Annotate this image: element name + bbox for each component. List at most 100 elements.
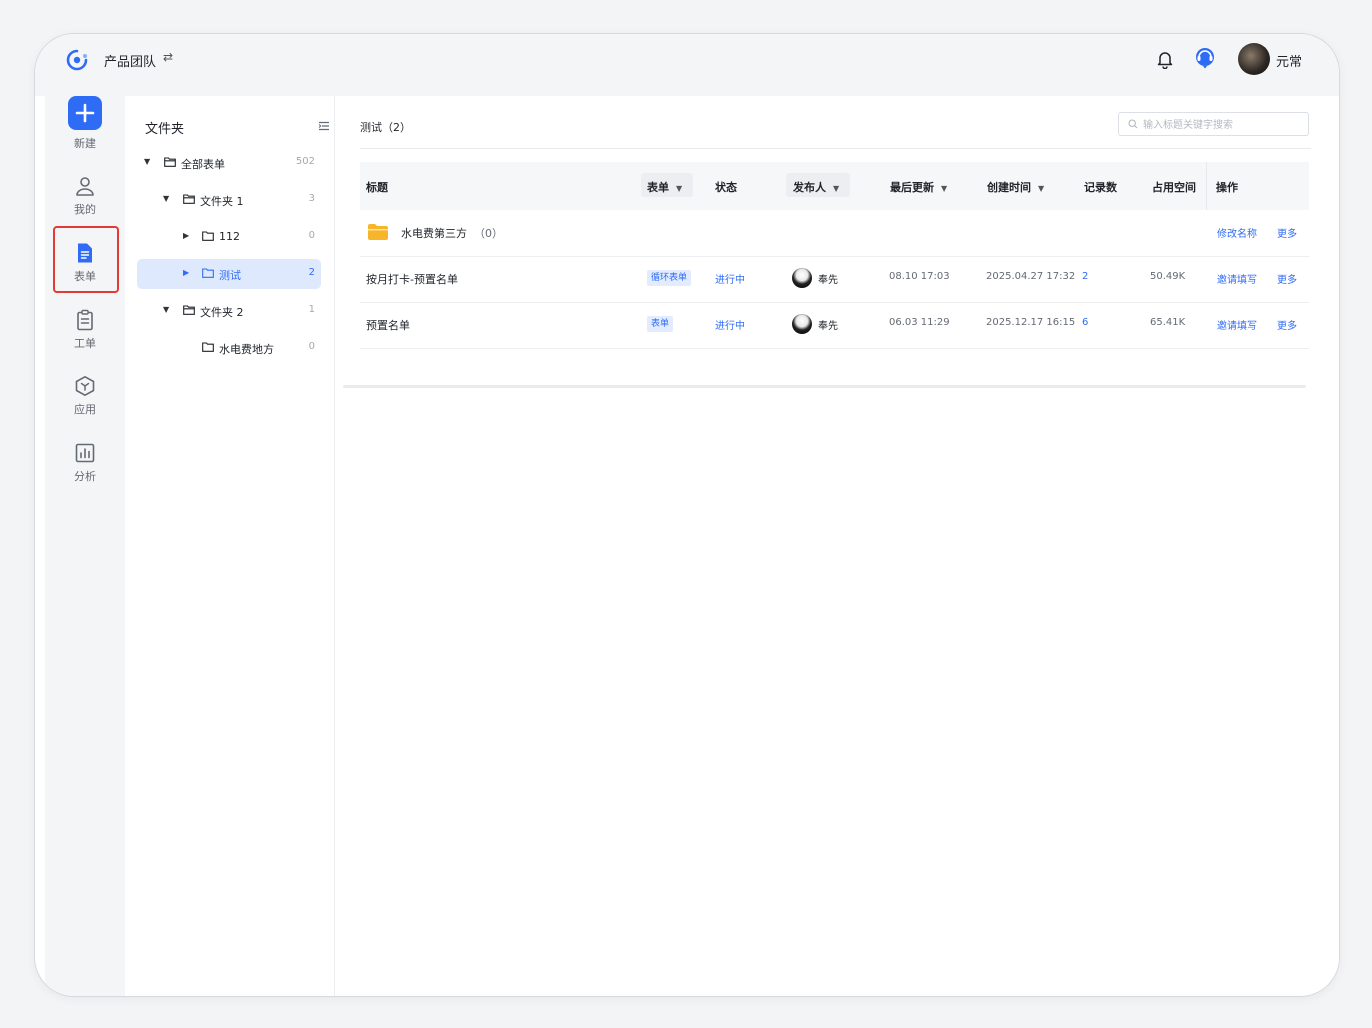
tree-item-water-bill[interactable]: 水电费地方 0 <box>137 333 321 363</box>
nav-new-label: 新建 <box>74 137 96 150</box>
more-link[interactable]: 更多 <box>1277 225 1297 240</box>
caret-right-icon[interactable]: ▶ <box>183 231 189 240</box>
user-avatar[interactable] <box>1238 43 1270 75</box>
col-last-update[interactable]: 最后更新 ▼ <box>890 179 947 195</box>
col-form[interactable]: 表单 ▼ <box>647 179 682 195</box>
col-title: 标题 <box>366 181 388 194</box>
top-bar: 产品团队 ⇄ 元常 <box>35 34 1339 96</box>
col-form-label: 表单 <box>647 181 669 194</box>
caret-right-icon[interactable]: ▶ <box>183 268 189 277</box>
user-icon <box>76 177 94 196</box>
main-content: 测试（2） 标题 表单 ▼ 状态 发布人 ▼ 最后更新 ▼ 创建时间 ▼ 记录数 占用空… <box>335 96 1339 996</box>
collapse-menu-icon[interactable] <box>318 120 330 132</box>
tree-item-112[interactable]: ▶ 112 0 <box>137 222 321 252</box>
user-name[interactable]: 元常 <box>1276 51 1302 70</box>
nav-analytics-label: 分析 <box>74 470 96 483</box>
bell-icon[interactable] <box>1156 49 1174 69</box>
search-input[interactable] <box>1141 115 1305 135</box>
folder-count: （0） <box>474 227 503 240</box>
table-header: 标题 表单 ▼ 状态 发布人 ▼ 最后更新 ▼ 创建时间 ▼ 记录数 占用空间 操作 <box>360 162 1309 210</box>
folder-icon <box>202 268 214 278</box>
invite-link[interactable]: 邀请填写 <box>1217 317 1257 332</box>
tree-item-all-forms[interactable]: ▼ 全部表单 502 <box>137 148 321 178</box>
caret-down-icon[interactable]: ▼ <box>163 305 169 314</box>
bar-chart-icon <box>75 443 95 463</box>
breadcrumb: 测试（2） <box>360 121 411 134</box>
clipboard-icon <box>77 309 93 331</box>
nav-analytics[interactable]: 分析 <box>55 429 115 489</box>
nav-apps-label: 应用 <box>74 403 96 416</box>
publisher-name: 奉先 <box>818 321 838 332</box>
nav-mine[interactable]: 我的 <box>55 162 115 222</box>
table-row[interactable]: 按月打卡-预置名单 循环表单 进行中 奉先 08.10 17:03 2025.0… <box>360 256 1309 303</box>
space-used: 50.49K <box>1150 271 1186 282</box>
caret-down-icon[interactable]: ▼ <box>144 157 150 166</box>
tree-item-count: 1 <box>308 304 315 315</box>
more-link[interactable]: 更多 <box>1277 271 1297 286</box>
app-window: 产品团队 ⇄ 元常 新建 我的 表单 工单 应用 分析 文件夹 ▼ 全部表单 5… <box>34 33 1340 997</box>
record-count[interactable]: 2 <box>1082 271 1088 282</box>
tree-item-label: 112 <box>219 230 240 243</box>
tree-item-count: 0 <box>308 230 315 241</box>
folder-name[interactable]: 水电费第三方 <box>401 225 467 241</box>
col-created[interactable]: 创建时间 ▼ <box>987 179 1044 195</box>
nav-new[interactable]: 新建 <box>55 96 115 156</box>
tree-item-folder-2[interactable]: ▼ 文件夹 2 1 <box>137 296 321 326</box>
tree-item-test[interactable]: ▶ 测试 2 <box>137 259 321 289</box>
table-row[interactable]: 预置名单 表单 进行中 奉先 06.03 11:29 2025.12.17 16… <box>360 302 1309 349</box>
team-switch-icon[interactable]: ⇄ <box>163 50 173 64</box>
tree-item-label: 全部表单 <box>181 158 225 171</box>
invite-link[interactable]: 邀请填写 <box>1217 271 1257 286</box>
sort-caret-icon: ▼ <box>833 184 840 193</box>
tree-item-folder-1[interactable]: ▼ 文件夹 1 3 <box>137 185 321 215</box>
tree-item-label: 水电费地方 <box>219 343 274 356</box>
nav-tickets[interactable]: 工单 <box>55 296 115 356</box>
col-status: 状态 <box>715 181 737 194</box>
publisher-avatar <box>792 268 812 288</box>
table-row-folder[interactable]: 水电费第三方 （0） 修改名称 更多 <box>360 210 1309 257</box>
nav-mine-label: 我的 <box>74 203 96 216</box>
sort-caret-icon: ▼ <box>676 184 683 193</box>
form-type-badge: 表单 <box>647 316 674 332</box>
col-publisher-label: 发布人 <box>793 181 826 194</box>
rename-link[interactable]: 修改名称 <box>1217 225 1257 240</box>
folder-icon <box>183 305 195 315</box>
folder-icon <box>202 342 214 352</box>
tree-item-count: 3 <box>308 193 315 204</box>
column-separator <box>1206 162 1207 210</box>
created-time: 2025.04.27 17:32 <box>986 271 1076 282</box>
nav-tickets-label: 工单 <box>74 337 96 350</box>
more-link[interactable]: 更多 <box>1277 317 1297 332</box>
horizontal-scrollbar[interactable] <box>343 385 1306 388</box>
row-title[interactable]: 按月打卡-预置名单 <box>366 271 458 287</box>
folder-icon <box>164 157 176 167</box>
status-text: 进行中 <box>715 275 745 286</box>
app-logo-icon <box>66 49 88 71</box>
record-count[interactable]: 6 <box>1082 317 1088 328</box>
team-name[interactable]: 产品团队 <box>104 51 156 70</box>
tree-item-count: 2 <box>308 267 315 278</box>
search-icon <box>1128 119 1138 129</box>
last-update: 08.10 17:03 <box>889 271 950 282</box>
row-title[interactable]: 预置名单 <box>366 317 410 333</box>
plus-icon[interactable] <box>68 96 102 130</box>
publisher-avatar <box>792 314 812 334</box>
folder-icon <box>183 194 195 204</box>
col-created-label: 创建时间 <box>987 181 1031 194</box>
col-records: 记录数 <box>1084 181 1117 194</box>
folder-icon <box>202 231 214 241</box>
search-box[interactable] <box>1118 112 1309 136</box>
folder-panel: 文件夹 ▼ 全部表单 502 ▼ 文件夹 1 3 ▶ 112 0 ▶ 测试 2 … <box>125 96 335 996</box>
divider <box>360 148 1311 149</box>
col-last-update-label: 最后更新 <box>890 181 934 194</box>
customer-service-icon[interactable] <box>1194 47 1216 69</box>
status-text: 进行中 <box>715 321 745 332</box>
tree-item-label: 测试 <box>219 269 241 282</box>
nav-apps[interactable]: 应用 <box>55 362 115 422</box>
col-publisher[interactable]: 发布人 ▼ <box>793 179 839 195</box>
caret-down-icon[interactable]: ▼ <box>163 194 169 203</box>
tree-item-label: 文件夹 2 <box>200 306 244 319</box>
tree-item-count: 502 <box>295 156 315 167</box>
tree-item-label: 文件夹 1 <box>200 195 244 208</box>
col-actions: 操作 <box>1216 181 1238 194</box>
